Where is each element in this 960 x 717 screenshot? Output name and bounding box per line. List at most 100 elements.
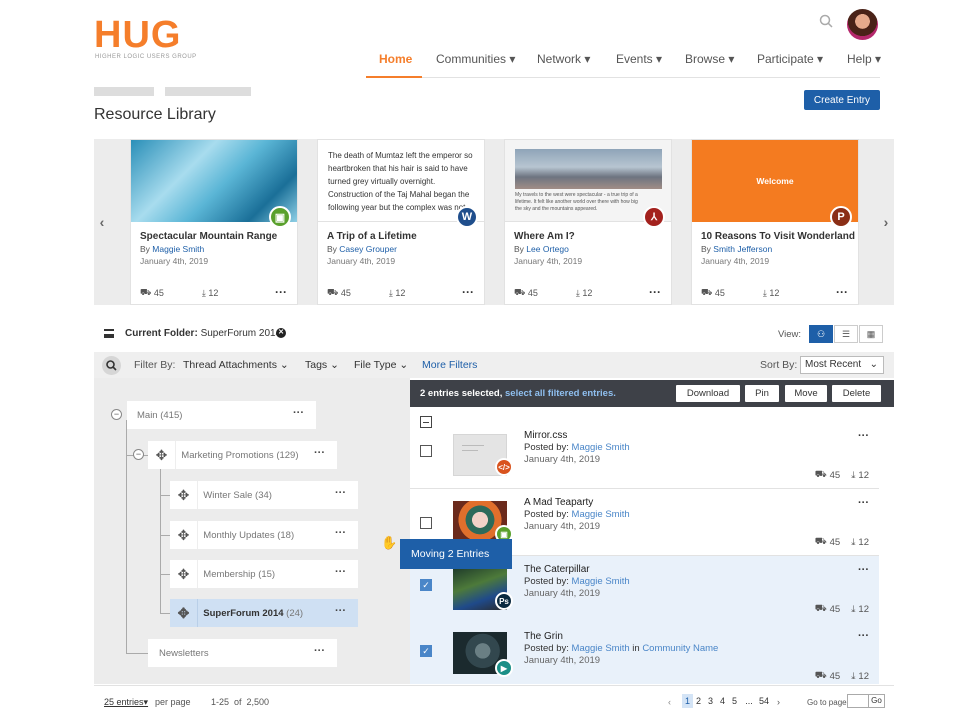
more-options-icon[interactable]: ···: [649, 285, 661, 299]
list-view-icon[interactable]: ☰: [834, 325, 858, 343]
create-entry-button[interactable]: Create Entry: [804, 90, 880, 110]
move-handle-icon[interactable]: ✥: [170, 599, 198, 627]
goto-page-input[interactable]: Go: [847, 694, 885, 708]
author-link[interactable]: Maggie Smith: [152, 244, 204, 254]
author-link[interactable]: Smith Jefferson: [713, 244, 772, 254]
pin-button[interactable]: Pin: [745, 385, 779, 402]
page-number-field[interactable]: [848, 695, 869, 707]
download-icon: ⤓: [201, 287, 206, 298]
more-options-icon[interactable]: ···: [858, 497, 869, 509]
move-handle-icon[interactable]: ✥: [148, 441, 176, 469]
search-icon[interactable]: [819, 14, 833, 28]
nav-participate[interactable]: Participate ▾: [757, 52, 823, 68]
delete-button[interactable]: Delete: [832, 385, 881, 402]
more-options-icon[interactable]: ···: [462, 285, 474, 299]
thread-attachments-filter[interactable]: Thread Attachments ⌄: [183, 359, 289, 371]
author-link[interactable]: Maggie Smith: [572, 576, 630, 587]
go-button[interactable]: Go: [869, 695, 884, 707]
entry-title[interactable]: Mirror.css: [524, 430, 567, 441]
card-title[interactable]: Where Am I?: [514, 231, 575, 242]
entry-checkbox[interactable]: [420, 445, 432, 457]
nav-home[interactable]: Home: [379, 52, 412, 68]
more-options-icon[interactable]: ···: [858, 564, 869, 576]
author-link[interactable]: Maggie Smith: [572, 509, 630, 520]
entry-title[interactable]: A Mad Teaparty: [524, 497, 593, 508]
tree-item-newsletters[interactable]: Newsletters ···: [148, 639, 337, 667]
tree-item-superforum-2014[interactable]: ✥ SuperForum 2014 (24) ···: [170, 599, 358, 627]
author-link[interactable]: Maggie Smith: [572, 643, 630, 654]
list-item[interactable]: </> Mirror.css Posted by: Maggie Smith J…: [410, 422, 879, 489]
tree-item-main[interactable]: Main (415) ···: [127, 401, 316, 429]
collapse-icon[interactable]: −: [133, 449, 144, 460]
select-all-link[interactable]: select all filtered entries.: [505, 388, 616, 399]
page-3[interactable]: 3: [705, 694, 716, 708]
tree-item-monthly-updates[interactable]: ✥ Monthly Updates (18) ···: [170, 521, 358, 549]
resource-card[interactable]: My travels to the west were spectacular …: [504, 139, 672, 305]
grid-view-icon[interactable]: ▦: [859, 325, 883, 343]
more-options-icon[interactable]: ···: [335, 527, 346, 539]
more-options-icon[interactable]: ···: [335, 605, 346, 617]
page-54[interactable]: 54: [757, 694, 771, 708]
nav-communities[interactable]: Communities ▾: [436, 52, 515, 68]
entry-checkbox[interactable]: ✓: [420, 579, 432, 591]
entry-title[interactable]: The Caterpillar: [524, 564, 590, 575]
hamburger-icon[interactable]: [104, 329, 114, 338]
resource-card[interactable]: Welcome P 10 Reasons To Visit Wonderland…: [691, 139, 859, 305]
more-options-icon[interactable]: ···: [314, 645, 325, 657]
author-link[interactable]: Casey Grouper: [339, 244, 397, 254]
move-button[interactable]: Move: [785, 385, 827, 402]
author-link[interactable]: Lee Ortego: [526, 244, 569, 254]
prev-page-icon[interactable]: ‹: [668, 697, 671, 707]
move-handle-icon[interactable]: ✥: [170, 521, 198, 549]
more-options-icon[interactable]: ···: [314, 447, 325, 459]
logo[interactable]: HUG: [94, 14, 181, 57]
download-button[interactable]: Download: [676, 385, 740, 402]
move-handle-icon[interactable]: ✥: [170, 481, 198, 509]
per-page-select[interactable]: 25 entries▾: [104, 697, 148, 708]
sort-select[interactable]: Most Recent ⌄: [800, 356, 884, 374]
community-link[interactable]: Community Name: [642, 643, 718, 654]
carousel-prev-icon[interactable]: ‹: [94, 139, 110, 305]
entry-checkbox[interactable]: [420, 517, 432, 529]
nav-help[interactable]: Help ▾: [847, 52, 881, 68]
resource-card[interactable]: The death of Mumtaz left the emperor so …: [317, 139, 485, 305]
file-type-filter[interactable]: File Type ⌄: [354, 359, 408, 371]
more-options-icon[interactable]: ···: [335, 487, 346, 499]
tile-view-icon[interactable]: ⚇: [809, 325, 833, 343]
filter-search-button[interactable]: [102, 356, 121, 375]
more-filters-link[interactable]: More Filters: [422, 359, 477, 371]
more-options-icon[interactable]: ···: [858, 630, 869, 642]
page-1[interactable]: 1: [682, 694, 693, 708]
entry-date: January 4th, 2019: [524, 655, 601, 666]
more-options-icon[interactable]: ···: [836, 285, 848, 299]
list-item[interactable]: ✓ ▶ The Grin Posted by: Maggie Smith in …: [410, 622, 879, 684]
author-link[interactable]: Maggie Smith: [572, 442, 630, 453]
card-title[interactable]: A Trip of a Lifetime: [327, 231, 417, 242]
tree-item-winter-sale[interactable]: ✥ Winter Sale (34) ···: [170, 481, 358, 509]
more-options-icon[interactable]: ···: [275, 285, 287, 299]
carousel-next-icon[interactable]: ›: [878, 139, 894, 305]
page-4[interactable]: 4: [717, 694, 728, 708]
nav-browse[interactable]: Browse ▾: [685, 52, 734, 68]
page-5[interactable]: 5: [729, 694, 740, 708]
resource-card[interactable]: ▣ Spectacular Mountain Range By Maggie S…: [130, 139, 298, 305]
tree-item-membership[interactable]: ✥ Membership (15) ···: [170, 560, 358, 588]
tree-item-marketing-promotions[interactable]: ✥ Marketing Promotions (129) ···: [148, 441, 337, 469]
entry-checkbox[interactable]: ✓: [420, 645, 432, 657]
clear-folder-icon[interactable]: ✕: [276, 328, 286, 338]
entry-title[interactable]: The Grin: [524, 631, 563, 642]
more-options-icon[interactable]: ···: [293, 407, 304, 419]
card-title[interactable]: Spectacular Mountain Range: [140, 231, 277, 242]
tags-filter[interactable]: Tags ⌄: [305, 359, 339, 371]
collapse-icon[interactable]: −: [111, 409, 122, 420]
nav-network[interactable]: Network ▾: [537, 52, 590, 68]
card-title[interactable]: 10 Reasons To Visit Wonderland: [701, 231, 855, 242]
nav-events[interactable]: Events ▾: [616, 52, 662, 68]
page-2[interactable]: 2: [693, 694, 704, 708]
view-count: 45: [340, 288, 351, 298]
more-options-icon[interactable]: ···: [858, 430, 869, 442]
next-page-icon[interactable]: ›: [777, 697, 780, 707]
avatar[interactable]: [847, 9, 878, 40]
move-handle-icon[interactable]: ✥: [170, 560, 198, 588]
more-options-icon[interactable]: ···: [335, 566, 346, 578]
